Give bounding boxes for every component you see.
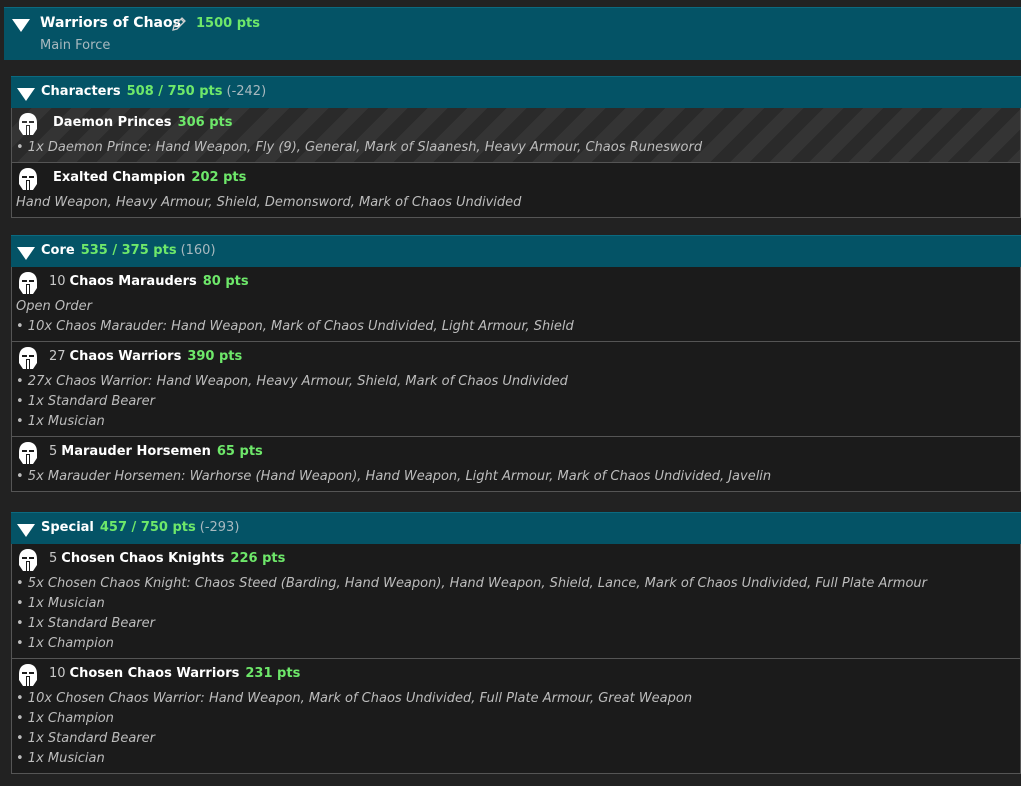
force-title: Warriors of Chaos — [40, 15, 181, 31]
helmet-icon — [19, 549, 37, 571]
unit-count: 27 — [49, 349, 66, 364]
unit-detail-line: • 1x Musician — [16, 751, 105, 766]
unit-entry[interactable]: 5 Marauder Horsemen 65 pts • 5x Marauder H… — [11, 437, 1021, 492]
category-points: 535 / 375 pts — [80, 243, 177, 258]
unit-count: 10 — [49, 274, 66, 289]
collapse-triangle-icon[interactable] — [17, 524, 35, 537]
unit-detail-line: • 1x Musician — [16, 596, 105, 611]
unit-name: Marauder Horsemen — [61, 444, 211, 459]
unit-points: 306 pts — [177, 115, 233, 130]
unit-detail-line: • 1x Standard Bearer — [16, 616, 155, 631]
helmet-icon — [19, 168, 37, 190]
unit-entry[interactable]: 10 Chaos Marauders 80 pts Open Order • 10x… — [11, 267, 1021, 342]
unit-points: 226 pts — [230, 551, 286, 566]
unit-count: 10 — [49, 666, 66, 681]
unit-detail-line: • 1x Standard Bearer — [16, 394, 155, 409]
unit-detail-line: • 1x Champion — [16, 636, 114, 651]
category-diff: (-293) — [199, 520, 240, 535]
collapse-triangle-icon[interactable] — [12, 19, 30, 32]
unit-name: Chaos Warriors — [69, 349, 182, 364]
unit-entry[interactable]: 27 Chaos Warriors 390 pts • 27x Chaos Warr… — [11, 342, 1021, 437]
category-core: Core 535 / 375 pts (160) 10 Chaos Marauders… — [11, 235, 1021, 492]
unit-detail-line: Open Order — [16, 299, 93, 314]
unit-detail-line: • 10x Chaos Marauder: Hand Weapon, Mark … — [16, 319, 574, 334]
collapse-triangle-icon[interactable] — [17, 88, 35, 101]
unit-points: 65 pts — [216, 444, 263, 459]
unit-detail-line: • 1x Musician — [16, 414, 105, 429]
unit-name: Chaos Marauders — [69, 274, 197, 289]
unit-count: 5 — [49, 444, 58, 459]
unit-detail-line: • 5x Chosen Chaos Knight: Chaos Steed (B… — [16, 576, 927, 591]
helmet-icon — [19, 664, 37, 686]
helmet-icon — [19, 113, 37, 135]
category-header[interactable]: Core 535 / 375 pts (160) — [11, 235, 1021, 267]
unit-points: 390 pts — [187, 349, 243, 364]
category-name: Special — [41, 520, 94, 535]
unit-detail-line: Hand Weapon, Heavy Armour, Shield, Demon… — [16, 195, 522, 210]
force-points: 1500 pts — [196, 16, 260, 31]
unit-name: Chosen Chaos Knights — [61, 551, 225, 566]
category-name: Core — [41, 243, 75, 258]
pencil-edit-icon[interactable] — [170, 15, 188, 33]
unit-count: 5 — [49, 551, 58, 566]
category-characters: Characters 508 / 750 pts (-242) Daemon Pri… — [11, 76, 1021, 218]
category-special: Special 457 / 750 pts (-293) 5 Chosen Chaos… — [11, 512, 1021, 774]
unit-name: Exalted Champion — [53, 170, 186, 185]
category-header[interactable]: Special 457 / 750 pts (-293) — [11, 512, 1021, 544]
unit-entry[interactable]: Daemon Princes 306 pts • 1x Daemon Prince… — [11, 108, 1021, 163]
force-subtitle: Main Force — [40, 38, 111, 53]
unit-points: 231 pts — [245, 666, 301, 681]
unit-detail-line: • 27x Chaos Warrior: Hand Weapon, Heavy … — [16, 374, 568, 389]
unit-points: 202 pts — [191, 170, 247, 185]
unit-entry[interactable]: 5 Chosen Chaos Knights 226 pts • 5x Chosen… — [11, 544, 1021, 659]
category-points: 457 / 750 pts — [99, 520, 196, 535]
force-header[interactable]: Warriors of Chaos 1500 pts Main Force — [4, 7, 1021, 60]
unit-detail-line: • 1x Champion — [16, 711, 114, 726]
unit-entry[interactable]: Exalted Champion 202 pts Hand Weapon, Hea… — [11, 163, 1021, 218]
unit-detail-line: • 1x Daemon Prince: Hand Weapon, Fly (9)… — [16, 140, 703, 155]
helmet-icon — [19, 272, 37, 294]
unit-name: Daemon Princes — [53, 115, 172, 130]
helmet-icon — [19, 442, 37, 464]
category-diff: (-242) — [226, 84, 267, 99]
collapse-triangle-icon[interactable] — [17, 247, 35, 260]
unit-detail-line: • 1x Standard Bearer — [16, 731, 155, 746]
unit-detail-line: • 10x Chosen Chaos Warrior: Hand Weapon,… — [16, 691, 693, 706]
category-name: Characters — [41, 84, 121, 99]
unit-points: 80 pts — [202, 274, 249, 289]
category-points: 508 / 750 pts — [126, 84, 223, 99]
unit-detail-line: • 5x Marauder Horsemen: Warhorse (Hand W… — [16, 469, 772, 484]
category-diff: (160) — [180, 243, 216, 258]
category-header[interactable]: Characters 508 / 750 pts (-242) — [11, 76, 1021, 108]
helmet-icon — [19, 347, 37, 369]
unit-name: Chosen Chaos Warriors — [69, 666, 240, 681]
unit-entry[interactable]: 10 Chosen Chaos Warriors 231 pts • 10x Cho… — [11, 659, 1021, 774]
